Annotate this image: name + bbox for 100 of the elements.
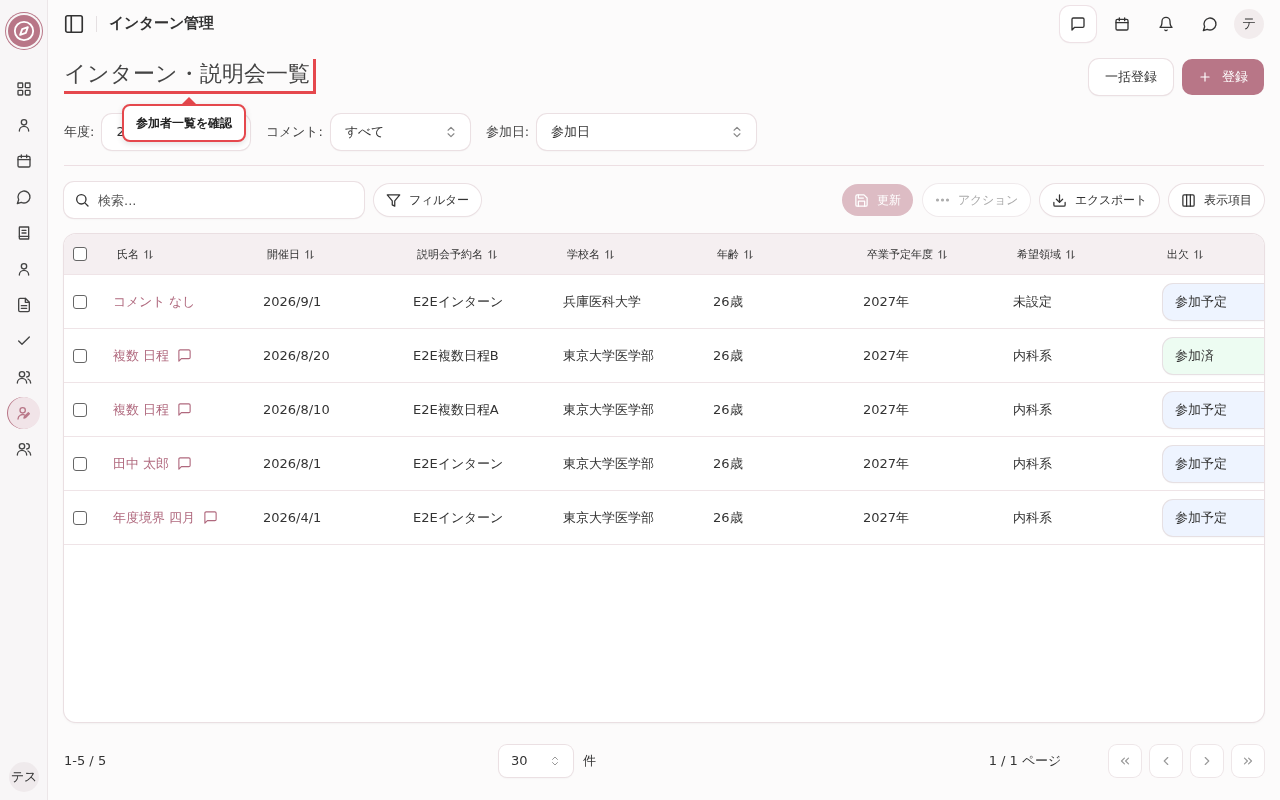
logo-icon[interactable] [7, 15, 40, 47]
date-select[interactable]: 参加日 [537, 113, 757, 150]
table-cell-text: 26歳 [713, 508, 744, 527]
search-field[interactable]: 検索... [64, 182, 364, 219]
users-icon [15, 441, 32, 457]
sort-icon [143, 248, 154, 260]
user-edit-icon [15, 405, 32, 421]
filter-icon [386, 192, 401, 208]
tooltip-arrow [182, 97, 196, 105]
row-checkbox[interactable] [73, 510, 87, 525]
table-cell-text: 東京大学医学部 [563, 454, 655, 473]
table-cell-text: 未設定 [1013, 292, 1053, 311]
calendar-icon [15, 153, 32, 169]
column-header[interactable]: 学校名 [563, 246, 713, 262]
compass-icon [12, 20, 35, 42]
status-select[interactable]: 参加予定 [1163, 499, 1264, 536]
sort-icon [487, 248, 498, 260]
table-cell-text: 2027年 [863, 400, 911, 419]
panel-icon [63, 12, 85, 35]
chat-icon [1202, 15, 1218, 32]
calendar-icon [1114, 15, 1130, 32]
more-icon [935, 198, 950, 203]
table-cell-text: 2027年 [863, 292, 911, 311]
unit-label: 件 [582, 751, 596, 770]
column-header[interactable]: 出欠 [1163, 246, 1264, 262]
sort-icon [743, 248, 754, 260]
message-button[interactable] [1060, 5, 1096, 42]
row-checkbox[interactable] [73, 456, 87, 471]
table-cell-text: 2026/8/20 [263, 348, 331, 364]
tooltip: 参加者一覧を確認 [122, 104, 246, 143]
search-icon [74, 192, 90, 209]
select-all-checkbox[interactable] [73, 247, 87, 262]
sort-icon [604, 248, 615, 260]
sort-icon [937, 248, 948, 260]
table-cell-text: E2E複数日程B [413, 346, 500, 365]
table-cell-text: E2Eインターン [413, 292, 504, 311]
columns-icon [1181, 192, 1196, 208]
name-link[interactable]: 複数 日程 [113, 400, 170, 419]
table-cell-text: 26歳 [713, 346, 744, 365]
bulk-register-button[interactable]: 一括登録 [1089, 58, 1173, 95]
table-cell-text: 2027年 [863, 454, 911, 473]
row-checkbox[interactable] [73, 402, 87, 417]
dashboard-icon [15, 81, 32, 97]
table-cell-text: E2E複数日程A [413, 400, 500, 419]
table-cell-text: 2026/8/1 [263, 456, 323, 472]
bell-icon [1158, 15, 1174, 32]
status-select[interactable]: 参加予定 [1163, 445, 1264, 482]
sort-icon [304, 248, 315, 260]
name-link[interactable]: 田中 太郎 [113, 454, 170, 473]
status-select[interactable]: 参加予定 [1163, 391, 1264, 428]
table-cell-text: E2Eインターン [413, 508, 504, 527]
status-select[interactable]: 参加済 [1163, 337, 1264, 374]
chat-icon [15, 189, 32, 205]
row-checkbox[interactable] [73, 348, 87, 363]
users-icon [15, 369, 32, 385]
status-select[interactable]: 参加予定 [1163, 283, 1264, 320]
register-button[interactable]: 登録 [1182, 58, 1264, 95]
range-text: 1-5 / 5 [64, 753, 107, 769]
sort-icon [1193, 248, 1204, 260]
column-header[interactable]: 開催日 [263, 246, 413, 262]
document-icon [15, 297, 32, 313]
table-cell-text: 26歳 [713, 454, 744, 473]
table-cell-text: 2027年 [863, 508, 911, 527]
table-cell-text: 26歳 [713, 400, 744, 419]
table-cell-text: 内科系 [1013, 454, 1053, 473]
column-header[interactable]: 説明会予約名 [413, 246, 563, 262]
table-cell-text: 東京大学医学部 [563, 400, 655, 419]
name-link[interactable]: 年度境界 四月 [113, 508, 196, 527]
export-button[interactable]: エクスポート [1040, 184, 1159, 217]
table-cell-text: 内科系 [1013, 400, 1053, 419]
table-cell-text: 2026/8/10 [263, 402, 331, 418]
filter-label: 参加日: [485, 122, 530, 141]
app-title: インターン管理 [109, 14, 214, 34]
columns-button[interactable]: 表示項目 [1169, 184, 1264, 217]
table-cell-text: 東京大学医学部 [563, 346, 655, 365]
column-header[interactable]: 希望領域 [1013, 246, 1163, 262]
page-info: 1 / 1 ページ [988, 751, 1061, 770]
comment-select[interactable]: すべて [330, 113, 470, 150]
table-cell-text: 26歳 [713, 292, 744, 311]
name-link[interactable]: コメント なし [113, 292, 196, 311]
column-header[interactable]: 氏名 [113, 246, 263, 262]
table-cell-text: 内科系 [1013, 346, 1053, 365]
message-icon [1070, 15, 1086, 32]
table-cell-text: 内科系 [1013, 508, 1053, 527]
table-cell-text: E2Eインターン [413, 454, 504, 473]
user-avatar[interactable]: テス [8, 762, 39, 792]
user-avatar[interactable]: テ [1234, 8, 1264, 39]
column-header[interactable]: 年齢 [713, 246, 863, 262]
filter-label: コメント: [266, 122, 323, 141]
sort-icon [1065, 248, 1076, 260]
table-cell-text: 2026/4/1 [263, 510, 323, 526]
page-title: インターン・説明会一覧 [64, 59, 316, 95]
row-checkbox[interactable] [73, 294, 87, 309]
table-cell-text: 東京大学医学部 [563, 508, 655, 527]
name-link[interactable]: 複数 日程 [113, 346, 170, 365]
column-header[interactable]: 卒業予定年度 [863, 246, 1013, 262]
filter-button[interactable]: フィルター [374, 184, 481, 217]
page-size-select[interactable]: 30 [498, 744, 573, 777]
filter-label: 年度: [64, 122, 95, 141]
download-icon [1052, 192, 1067, 208]
